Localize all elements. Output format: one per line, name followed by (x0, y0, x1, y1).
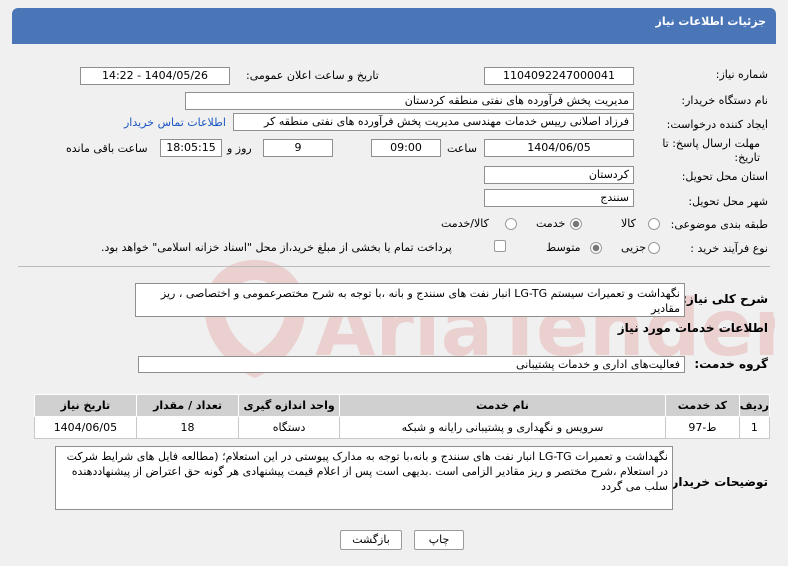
announce-field: 1404/05/26 - 14:22 (80, 67, 230, 85)
process-medium-label: متوسط (546, 241, 581, 254)
service-group-field: فعالیت‌های اداری و خدمات پشتیبانی (138, 356, 685, 373)
services-table: ردیف کد خدمت نام خدمت واحد اندازه گیری ت… (34, 394, 771, 439)
process-minor-label: جزیی (621, 241, 647, 254)
col-name: نام خدمت (338, 394, 667, 417)
province-field: کردستان (484, 166, 634, 184)
province-label: استان محل تحویل: (681, 170, 768, 183)
cell-qty: 18 (135, 416, 240, 439)
time-label: ساعت (447, 142, 477, 155)
city-field: سنندج (484, 189, 634, 207)
cell-unit: دستگاه (238, 416, 340, 439)
section-divider (18, 266, 770, 267)
back-button[interactable]: بازگشت (340, 530, 402, 550)
category-goods-label: کالا (621, 217, 636, 230)
cell-date: 1404/06/05 (34, 416, 137, 439)
days-field: 9 (263, 139, 333, 157)
category-service-label: خدمت (536, 217, 566, 230)
services-section-title: اطلاعات خدمات مورد نیاز (617, 321, 768, 335)
creator-label: ایجاد کننده درخواست: (666, 118, 768, 131)
remaining-time-field: 18:05:15 (160, 139, 222, 157)
process-minor-radio[interactable] (648, 242, 660, 254)
buyer-notes-label: توضیحات خریدار: (666, 475, 768, 489)
col-row: ردیف (738, 394, 771, 417)
col-unit: واحد اندازه گیری (238, 394, 340, 417)
treasury-payment-note: پرداخت تمام یا بخشی از مبلغ خرید،از محل … (101, 241, 452, 254)
process-medium-radio[interactable] (590, 242, 602, 254)
col-date: تاریخ نیاز (34, 394, 137, 417)
col-code: کد خدمت (665, 394, 740, 417)
table-header-row: ردیف کد خدمت نام خدمت واحد اندازه گیری ت… (34, 394, 771, 417)
cell-row: 1 (738, 416, 771, 439)
summary-label: شرح کلی نیاز: (682, 292, 768, 306)
deadline-time-field: 09:00 (371, 139, 441, 157)
category-goods-service-radio[interactable] (505, 218, 517, 230)
category-label: طبقه بندی موضوعی: (670, 218, 768, 231)
cell-name: سرویس و نگهداری و پشتیبانی رایانه و شبکه (338, 416, 667, 439)
deadline-date-field: 1404/06/05 (484, 139, 634, 157)
buyer-notes-text: نگهداشت و تعمیرات LG-TG انبار نفت های سن… (55, 446, 673, 510)
category-goods-radio[interactable] (648, 218, 660, 230)
need-number-field: 1104092247000041 (484, 67, 634, 85)
col-qty: تعداد / مقدار (135, 394, 240, 417)
category-goods-service-label: کالا/خدمت (441, 217, 489, 230)
deadline-label: مهلت ارسال پاسخ: تا تاریخ: (662, 137, 760, 164)
buyer-contact-link[interactable]: اطلاعات تماس خریدار (124, 116, 226, 129)
page-title: جزئیات اطلاعات نیاز (655, 15, 767, 28)
remaining-label: ساعت باقی مانده (66, 142, 148, 155)
cell-code: ط-97 (665, 416, 740, 439)
buyer-field: مدیریت پخش فرآورده های نفتی منطقه کردستا… (185, 92, 634, 110)
need-number-label: شماره نیاز: (715, 68, 768, 81)
summary-text: نگهداشت و تعمیرات سیستم LG-TG انبار نفت … (135, 283, 685, 317)
category-service-radio[interactable] (570, 218, 582, 230)
table-row: 1 ط-97 سرویس و نگهداری و پشتیبانی رایانه… (34, 416, 771, 439)
treasury-payment-checkbox[interactable] (494, 240, 506, 252)
city-label: شهر محل تحویل: (688, 195, 768, 208)
announce-label: تاریخ و ساعت اعلان عمومی: (246, 69, 379, 82)
buyer-label: نام دستگاه خریدار: (681, 94, 768, 107)
service-group-label: گروه خدمت: (694, 357, 768, 371)
days-label: روز و (227, 142, 252, 155)
print-button[interactable]: چاپ (414, 530, 464, 550)
creator-field: فرزاد اصلانی رییس خدمات مهندسی مدیریت پخ… (233, 113, 634, 131)
process-label: نوع فرآیند خرید : (690, 242, 768, 255)
